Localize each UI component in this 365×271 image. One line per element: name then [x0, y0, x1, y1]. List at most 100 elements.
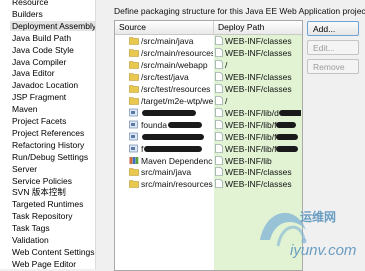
sidebar-item-label: Java Editor: [12, 68, 55, 79]
sidebar-item-web-content-settings[interactable]: Web Content Settings: [12, 247, 95, 258]
table-row[interactable]: src/main/resources WEB-INF/classes: [115, 179, 302, 190]
deploy-path-cell: WEB-INF/lib/d: [215, 108, 301, 119]
deploy-path-cell: WEB-INF/classes: [215, 167, 301, 178]
sidebar-item-validation[interactable]: Validation: [12, 235, 49, 246]
sidebar-item-task-repository[interactable]: Task Repository: [12, 211, 72, 222]
sidebar-item-targeted-runtimes[interactable]: Targeted Runtimes: [12, 199, 83, 210]
deploy-path-cell: WEB-INF/classes: [215, 48, 301, 59]
sidebar-item-web-page-editor[interactable]: Web Page Editor: [12, 259, 76, 269]
source-path: /src/main/resources: [141, 47, 213, 58]
project-icon: [129, 120, 139, 129]
redaction-mark: [276, 133, 299, 140]
sidebar-item-label: Task Repository: [12, 211, 73, 222]
source-cell: Maven Dependencies: [129, 156, 213, 167]
source-cell: /src/test/java: [129, 72, 213, 83]
sidebar-item-maven[interactable]: Maven: [12, 104, 38, 115]
sidebar-item-label: Java Compiler: [12, 56, 67, 67]
redaction-mark: [142, 133, 204, 140]
table-row[interactable]: /src/test/resources WEB-INF/classes: [115, 84, 302, 95]
deploy-path: WEB-INF/lib: [225, 155, 272, 166]
sidebar-item-jsp-fragment[interactable]: JSP Fragment: [12, 92, 66, 103]
folder-icon: [129, 60, 139, 69]
sidebar-item-label: JSP Fragment: [12, 92, 67, 103]
sidebar-item-refactoring-history[interactable]: Refactoring History: [12, 140, 84, 151]
file-icon: [215, 167, 223, 177]
deploy-path: WEB-INF/classes: [225, 167, 292, 178]
redaction-mark: [168, 121, 202, 128]
deploy-path-cell: WEB-INF/lib/f: [215, 144, 301, 155]
sidebar-item-java-code-style[interactable]: Java Code Style: [12, 45, 74, 56]
deploy-path-cell: /: [215, 60, 301, 71]
sidebar-item-server[interactable]: Server: [12, 164, 37, 175]
source-path: src/main/java: [141, 167, 192, 178]
source-cell: /src/main/java: [129, 36, 213, 47]
sidebar-item-label: Targeted Runtimes: [12, 199, 84, 210]
redaction-mark: [276, 145, 299, 152]
source-cell: [129, 132, 213, 143]
sidebar-item-builders[interactable]: Builders: [12, 9, 43, 20]
table-row[interactable]: WEB-INF/lib/f: [115, 132, 302, 143]
sidebar-item-task-tags[interactable]: Task Tags: [12, 223, 50, 234]
deploy-path-cell: WEB-INF/lib: [215, 156, 301, 167]
sidebar-item-service-policies[interactable]: Service Policies: [12, 176, 72, 187]
add-button[interactable]: Add...: [307, 21, 359, 36]
table-row[interactable]: WEB-INF/lib/d: [115, 108, 302, 119]
sidebar-item-label: Project References: [12, 127, 85, 138]
sidebar-item-label: Server: [12, 163, 38, 174]
deploy-path: WEB-INF/lib/f: [225, 143, 277, 154]
source-path: f: [141, 143, 144, 154]
deploy-path-cell: /: [215, 96, 301, 107]
source-cell: /src/test/resources: [129, 84, 213, 95]
sidebar-item-label: Validation: [12, 235, 49, 245]
sidebar-item-java-compiler[interactable]: Java Compiler: [12, 57, 66, 68]
folder-icon: [129, 36, 139, 45]
sidebar-item-label: Resource: [12, 0, 49, 7]
sidebar-item-run-debug-settings[interactable]: Run/Debug Settings: [12, 152, 88, 163]
folder-icon: [129, 72, 139, 81]
watermark-logo: 运维网 iyunv.com: [256, 200, 364, 268]
library-icon: [129, 156, 139, 165]
table-row[interactable]: founda WEB-INF/lib/f: [115, 120, 302, 131]
redaction-mark: [142, 109, 196, 116]
sidebar-item-label: Web Page Editor: [12, 258, 77, 269]
column-header-source[interactable]: Source: [115, 21, 214, 34]
file-icon: [215, 143, 223, 153]
table-row[interactable]: /src/test/java WEB-INF/classes: [115, 72, 302, 83]
remove-button[interactable]: Remove: [307, 59, 359, 74]
nav-scrollbar[interactable]: [95, 0, 101, 269]
sidebar-item-java-build-path[interactable]: Java Build Path: [12, 33, 71, 44]
folder-icon: [129, 179, 139, 189]
deploy-path: /: [225, 95, 228, 106]
source-path: /src/main/webapp: [141, 59, 208, 70]
table-row[interactable]: f WEB-INF/lib/f: [115, 144, 302, 155]
file-icon: [215, 83, 223, 93]
file-icon: [215, 107, 223, 117]
source-path: /target/m2e-wtp/wel: [141, 95, 213, 106]
table-row[interactable]: Maven Dependencies WEB-INF/lib: [115, 156, 302, 167]
file-icon: [215, 36, 223, 45]
column-header-deploy-path[interactable]: Deploy Path: [214, 21, 302, 34]
sidebar-item-project-facets[interactable]: Project Facets: [12, 116, 66, 127]
sidebar-item-project-references[interactable]: Project References: [12, 128, 84, 139]
source-path: /src/test/java: [141, 71, 189, 82]
table-row[interactable]: src/main/java WEB-INF/classes: [115, 167, 302, 178]
table-row[interactable]: /target/m2e-wtp/wel /: [115, 96, 302, 107]
redaction-mark: [276, 121, 297, 128]
table-row[interactable]: /src/main/resources WEB-INF/classes: [115, 48, 302, 59]
file-icon: [215, 155, 223, 165]
deploy-path-cell: WEB-INF/lib/f: [215, 132, 301, 143]
sidebar-item-label: Maven: [12, 104, 38, 115]
deploy-path-cell: WEB-INF/classes: [215, 179, 301, 190]
deploy-path: WEB-INF/classes: [225, 47, 292, 58]
sidebar-item-svn[interactable]: SVN 版本控制: [12, 187, 66, 198]
deploy-path: WEB-INF/lib/f: [225, 131, 277, 142]
sidebar-item-deployment-assembly[interactable]: Deployment Assembly: [10, 20, 99, 32]
table-row[interactable]: /src/main/webapp /: [115, 60, 302, 71]
edit-button[interactable]: Edit...: [307, 40, 359, 55]
sidebar-item-java-editor[interactable]: Java Editor: [12, 68, 55, 79]
sidebar-item-javadoc-location[interactable]: Javadoc Location: [12, 80, 78, 91]
deploy-path: WEB-INF/lib/f: [225, 119, 277, 130]
table-row[interactable]: /src/main/java WEB-INF/classes: [115, 36, 302, 47]
folder-icon: [129, 167, 139, 177]
sidebar-item-resource[interactable]: Resource: [12, 0, 48, 8]
